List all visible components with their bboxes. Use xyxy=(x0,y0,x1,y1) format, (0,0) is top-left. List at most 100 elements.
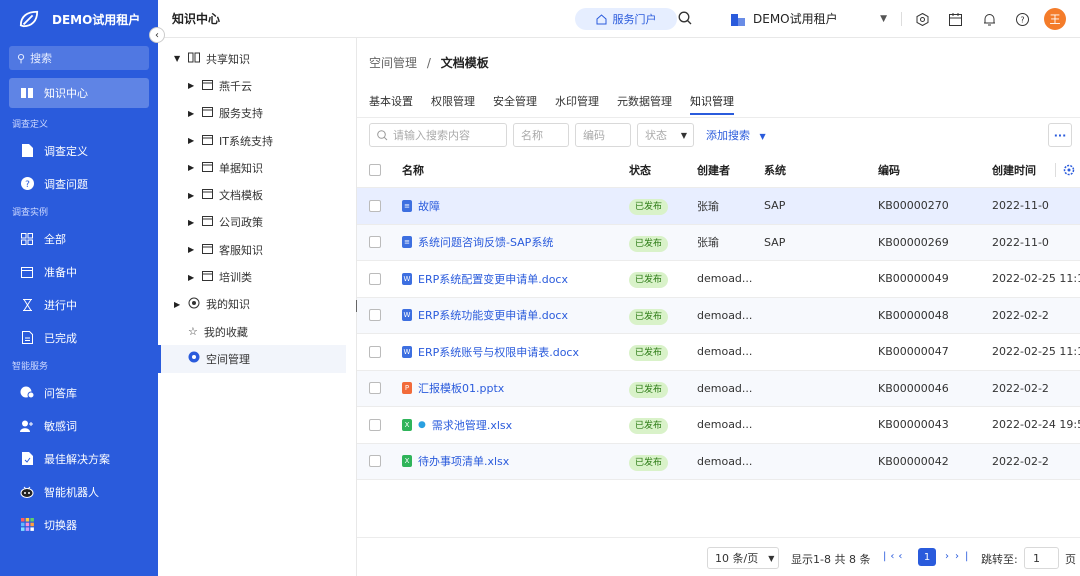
row-checkbox[interactable] xyxy=(369,199,381,212)
row-name-link[interactable]: ERP系统功能变更申请单.docx xyxy=(418,307,568,323)
sidebar-item-preparing[interactable]: 准备中 xyxy=(0,255,158,288)
sidebar-item-in-progress[interactable]: 进行中 xyxy=(0,288,158,321)
table-row[interactable]: X 待办事项清单.xlsx 已发布 demoad... KB00000042 2022-0… xyxy=(357,443,1080,480)
tree-node-child[interactable]: ▶ 培训类 xyxy=(158,263,356,290)
sidebar-search[interactable]: ⚲ 搜索 xyxy=(9,46,149,70)
prev-page-icon[interactable]: ‹ xyxy=(898,551,906,562)
row-checkbox[interactable] xyxy=(369,272,381,285)
calendar-icon[interactable] xyxy=(947,11,963,27)
header-search-icon[interactable] xyxy=(678,11,692,28)
row-name-link[interactable]: ERP系统配置变更申请单.docx xyxy=(418,271,568,287)
row-checkbox[interactable] xyxy=(369,418,381,431)
search-input[interactable]: 请输入搜索内容 xyxy=(369,123,507,147)
sidebar-item-all[interactable]: 全部 xyxy=(0,222,158,255)
tab-item[interactable]: 知识管理 xyxy=(690,93,734,115)
row-checkbox[interactable] xyxy=(369,236,381,249)
table-row[interactable]: X ● 需求池管理.xlsx 已发布 demoad... KB00000043 2022-0… xyxy=(357,407,1080,444)
row-creator: demoad... xyxy=(697,345,753,359)
code-filter-input[interactable]: 编码 xyxy=(575,123,631,147)
page-size-select[interactable]: 10 条/页 ▼ xyxy=(707,547,779,569)
tab-item[interactable]: 基本设置 xyxy=(369,93,413,115)
col-header-status[interactable]: 状态 xyxy=(629,162,697,178)
row-checkbox[interactable] xyxy=(369,455,381,468)
table-row[interactable]: ≡ 故障 已发布 张瑜 SAP KB00000270 2022-11-0 xyxy=(357,188,1080,225)
tree-node-child[interactable]: ▶ 文档模板 xyxy=(158,181,356,208)
row-name-link[interactable]: 待办事项清单.xlsx xyxy=(418,453,509,469)
caret-right-icon: ▶ xyxy=(188,245,195,255)
row-name-link[interactable]: 需求池管理.xlsx xyxy=(432,417,512,433)
row-checkbox[interactable] xyxy=(369,309,381,322)
service-portal-button[interactable]: 服务门户 xyxy=(575,8,677,30)
status-filter-select[interactable]: 状态 ▼ xyxy=(637,123,694,147)
row-name-link[interactable]: 系统问题咨询反馈-SAP系统 xyxy=(418,234,553,250)
word-file-icon: W xyxy=(402,345,412,358)
page-number-current[interactable]: 1 xyxy=(918,548,936,566)
name-filter-input[interactable]: 名称 xyxy=(513,123,569,147)
tree-node-child[interactable]: ▶ 燕千云 xyxy=(158,72,356,99)
tab-item[interactable]: 元数据管理 xyxy=(617,93,672,115)
svg-text:?: ? xyxy=(1020,15,1024,24)
tree-node-child[interactable]: ▶ 公司政策 xyxy=(158,209,356,236)
tree-node-child[interactable]: ▶ 单据知识 xyxy=(158,154,356,181)
sidebar-item-survey-def[interactable]: 调查定义 xyxy=(0,134,158,167)
row-name-link[interactable]: ERP系统账号与权限申请表.docx xyxy=(418,344,579,360)
col-header-name[interactable]: 名称 xyxy=(402,162,629,178)
tree-node-child[interactable]: ▶ IT系统支持 xyxy=(158,127,356,154)
tree-node-child[interactable]: ▶ 服务支持 xyxy=(158,100,356,127)
tree-node-my-knowledge[interactable]: ▶ 我的知识 xyxy=(158,291,356,318)
collapse-sidebar-button[interactable]: ‹ xyxy=(149,27,165,43)
column-settings-icon[interactable] xyxy=(1063,164,1075,179)
tree-node-child[interactable]: ▶ 客服知识 xyxy=(158,236,356,263)
sidebar-item-survey-question[interactable]: ? 调查问题 xyxy=(0,167,158,200)
tenant-switcher[interactable]: DEMO试用租户 ▼ xyxy=(731,10,887,27)
tree-node-space-mgmt[interactable]: 空间管理 xyxy=(158,345,346,373)
sidebar-item-label: 调查定义 xyxy=(44,144,88,158)
table-row[interactable]: P 汇报模板01.pptx 已发布 demoad... KB00000046 2022-0… xyxy=(357,370,1080,407)
hourglass-icon xyxy=(20,298,34,312)
last-page-icon[interactable]: ›| xyxy=(955,551,974,562)
avatar[interactable]: 王 xyxy=(1044,8,1066,30)
sidebar-item-label: 调查问题 xyxy=(44,177,88,191)
tree-node-shared[interactable]: ▼ 共享知识 xyxy=(158,45,356,72)
col-header-system[interactable]: 系统 xyxy=(764,162,878,178)
sidebar-item-qa-library[interactable]: 问答库 xyxy=(0,376,158,409)
help-icon[interactable]: ? xyxy=(1014,11,1030,27)
row-checkbox[interactable] xyxy=(369,345,381,358)
eye-icon xyxy=(188,297,200,312)
folder-icon xyxy=(202,270,213,284)
svg-text:?: ? xyxy=(25,180,30,190)
col-header-code[interactable]: 编码 xyxy=(878,162,992,178)
sidebar-item-sensitive-words[interactable]: 敏感词 xyxy=(0,409,158,442)
tab-item[interactable]: 水印管理 xyxy=(555,93,599,115)
select-all-checkbox[interactable] xyxy=(369,164,381,176)
tree-node-my-favorites[interactable]: ☆ 我的收藏 xyxy=(158,318,356,345)
table-row[interactable]: W ERP系统账号与权限申请表.docx 已发布 demoad... KB0000004… xyxy=(357,334,1080,371)
sidebar-item-knowledge-center[interactable]: 知识中心 xyxy=(9,78,149,108)
table-row[interactable]: W ERP系统功能变更申请单.docx 已发布 demoad... KB00000048… xyxy=(357,297,1080,334)
more-options-button[interactable]: ··· xyxy=(1048,123,1072,147)
tree-node-label: 文档模板 xyxy=(219,189,263,203)
breadcrumb-parent[interactable]: 空间管理 xyxy=(369,56,417,70)
row-name-link[interactable]: 汇报模板01.pptx xyxy=(418,380,504,396)
table-row[interactable]: W ERP系统配置变更申请单.docx 已发布 demoad... KB00000049… xyxy=(357,261,1080,298)
add-search-button[interactable]: 添加搜索 ▼ xyxy=(706,127,766,143)
name-placeholder: 名称 xyxy=(521,129,543,142)
row-name-link[interactable]: 故障 xyxy=(418,198,440,214)
status-badge: 已发布 xyxy=(629,381,669,398)
jump-page-input[interactable]: 1 xyxy=(1024,547,1059,569)
sidebar-item-smart-robot[interactable]: 智能机器人 xyxy=(0,475,158,508)
caret-right-icon: ▶ xyxy=(188,81,195,91)
first-page-icon[interactable]: |‹ xyxy=(883,551,898,562)
sidebar-item-switcher[interactable]: 切换器 xyxy=(0,508,158,541)
next-page-icon[interactable]: › xyxy=(945,551,955,562)
row-checkbox[interactable] xyxy=(369,382,381,395)
tab-item[interactable]: 安全管理 xyxy=(493,93,537,115)
bell-icon[interactable] xyxy=(981,11,997,27)
sidebar-item-best-solution[interactable]: 最佳解决方案 xyxy=(0,442,158,475)
settings-hex-icon[interactable] xyxy=(914,11,930,27)
tab-item[interactable]: 权限管理 xyxy=(431,93,475,115)
sidebar-item-completed[interactable]: 已完成 xyxy=(0,321,158,354)
col-header-creator[interactable]: 创建者 xyxy=(697,162,764,178)
home-icon xyxy=(596,13,606,24)
table-row[interactable]: ≡ 系统问题咨询反馈-SAP系统 已发布 张瑜 SAP KB00000269 2022-11… xyxy=(357,224,1080,261)
